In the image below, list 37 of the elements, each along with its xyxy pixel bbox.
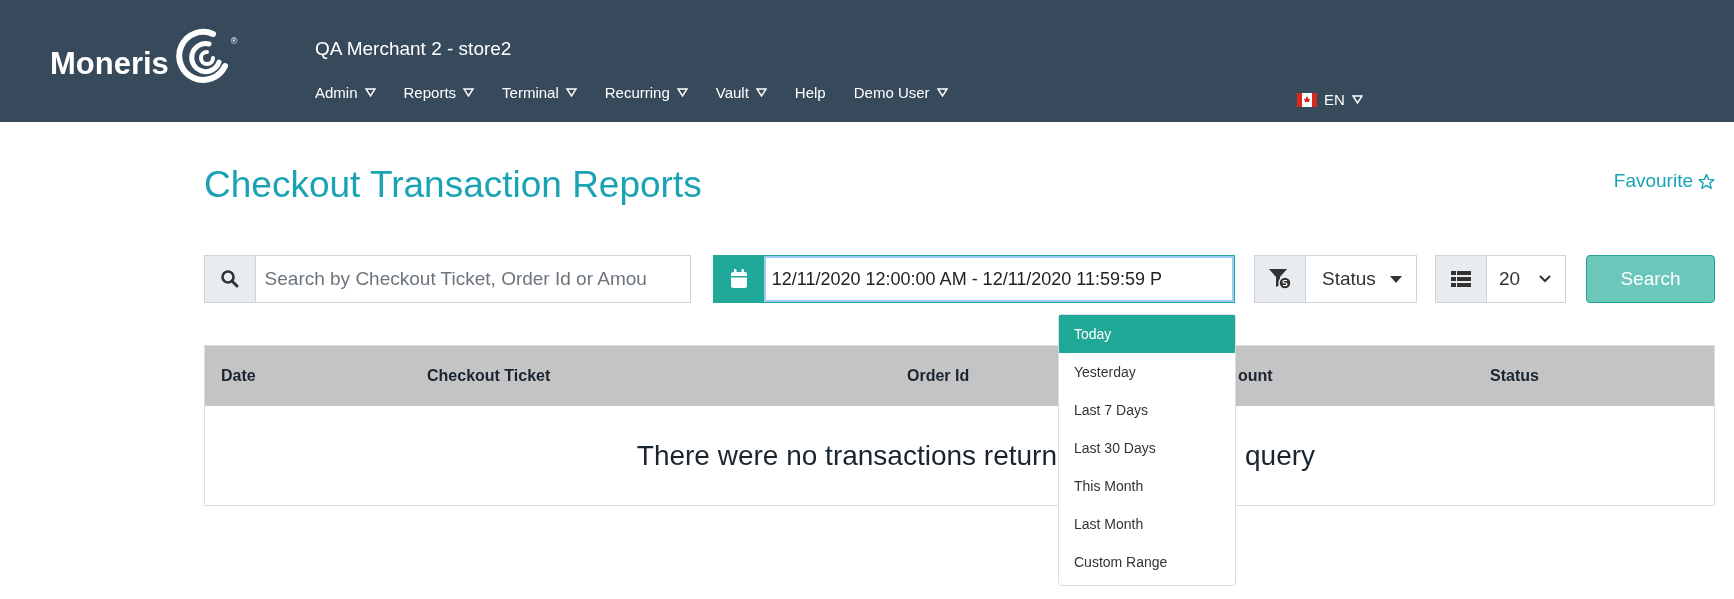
column-header: Order Id — [907, 367, 970, 385]
caret-down-icon — [565, 88, 577, 97]
column-header: Status — [1490, 367, 1539, 385]
caret-down-icon — [1351, 95, 1363, 104]
date-range-option[interactable]: Custom Range — [1059, 543, 1235, 581]
search-icon — [205, 256, 256, 302]
nav-menu-item[interactable]: Demo User — [853, 84, 948, 101]
merchant-name: QA Merchant 2 - store2 — [315, 38, 513, 60]
empty-message: There were no transactions return — [635, 439, 1057, 472]
column-header: Checkout Ticket — [427, 367, 551, 385]
nav-menu-item[interactable]: Admin — [315, 84, 376, 101]
column-header: ount — [1238, 367, 1273, 385]
caret-down-icon — [463, 88, 475, 97]
language-selector[interactable]: EN — [1297, 91, 1363, 108]
nav-menu-item[interactable]: Help — [794, 84, 826, 101]
caret-down-icon — [676, 88, 688, 97]
caret-down-icon — [1390, 275, 1402, 283]
nav-menu-item[interactable]: Terminal — [502, 84, 577, 101]
date-range-field[interactable]: 12/11/2020 12:00:00 AM - 12/11/2020 11:59:59 P — [763, 256, 1234, 302]
star-icon — [1698, 172, 1715, 190]
date-range-option[interactable]: Yesterday — [1059, 353, 1235, 391]
nav-menu-item[interactable]: Recurring — [604, 84, 688, 101]
date-range-option[interactable]: This Month — [1059, 467, 1235, 505]
nav-menu-item[interactable]: Reports — [403, 84, 475, 101]
logo-text: Moneris — [50, 46, 169, 82]
caret-down-icon — [364, 88, 376, 97]
date-range-option[interactable]: Last 7 Days — [1059, 391, 1235, 429]
date-range-option[interactable]: Last Month — [1059, 505, 1235, 543]
nav-menu-item[interactable]: Vault — [715, 84, 767, 101]
empty-message: query — [1245, 439, 1317, 472]
caret-down-icon — [936, 88, 948, 97]
column-header: Date — [221, 367, 256, 385]
caret-down-icon — [755, 88, 767, 97]
date-range-option[interactable]: Last 30 Days — [1059, 429, 1235, 467]
flag-icon — [1297, 92, 1317, 107]
registered-mark: ® — [230, 36, 238, 46]
page-title: Checkout Transaction Reports — [204, 164, 702, 206]
